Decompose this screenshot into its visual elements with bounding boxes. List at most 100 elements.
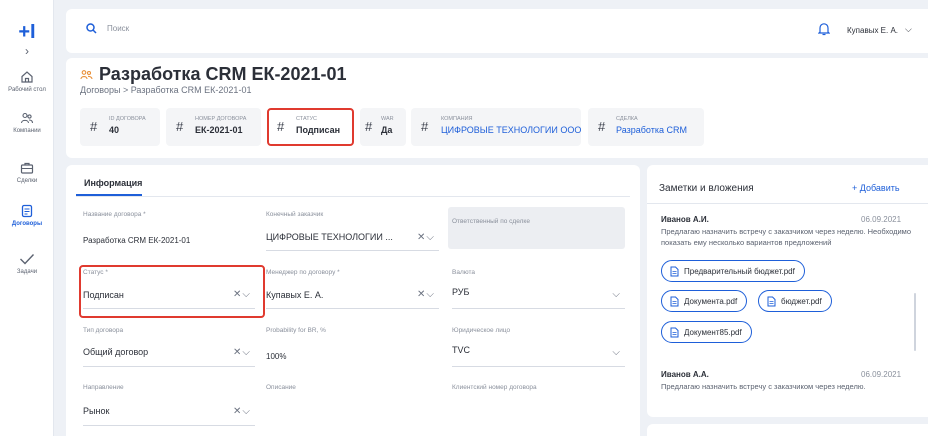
contract-type-select[interactable]: Тип договора Общий договор ✕⌵ [83,327,255,369]
responsible-field: Ответственный по сделке [448,207,625,250]
probability-field[interactable]: Probability for BR, % 100% [266,327,439,369]
sidebar-item-contracts[interactable]: Договоры [0,204,54,227]
search-icon [86,23,97,34]
note-text: Предлагаю назначить встречу с заказчиком… [661,227,912,247]
description-field[interactable]: Описание [266,384,439,428]
client-number-field[interactable]: Клиентский номер договора [452,384,625,428]
attachment-chip[interactable]: бюджет.pdf [758,290,832,312]
document-icon [21,204,33,218]
legal-entity-select[interactable]: Юридическое лицо TVC ⌵ [452,327,625,369]
chip-value: ЕК-2021-01 [195,125,243,135]
direction-select[interactable]: Направление Рынок ✕⌵ [83,384,255,428]
app-logo[interactable]: +I [0,22,54,42]
notes-scrollbar[interactable] [914,293,916,351]
attachment-name: бюджет.pdf [781,296,822,306]
clear-dropdown-icon[interactable]: ✕⌵ [233,347,251,358]
chip-label: ID договора [109,116,146,122]
hash-icon: # [277,119,285,134]
attachment-chip[interactable]: Предварительный бюджет.pdf [661,260,805,282]
tab-information[interactable]: Информация [84,178,142,188]
hash-icon: # [176,119,184,134]
clear-dropdown-icon[interactable]: ✕⌵ [233,406,251,417]
top-bar: Поиск Купавых Е. А. ⌵ [66,9,928,53]
chip-label: WAR [381,116,394,122]
sidebar-item-deals[interactable]: Сделки [0,161,54,184]
dropdown-chevron-icon[interactable]: ⌵ [612,289,621,300]
currency-select[interactable]: Валюта РУБ ⌵ [452,269,625,311]
page-title: Разработка CRM ЕК-2021-01 [80,64,347,85]
sidebar-item-tasks[interactable]: Задачи [0,252,54,275]
clear-dropdown-icon[interactable]: ✕⌵ [417,289,435,300]
field-label: Направление [83,384,124,391]
notes-title: Заметки и вложения [659,183,754,194]
field-underline [266,308,439,309]
field-value: ЦИФРОВЫЕ ТЕХНОЛОГИИ ... [266,232,393,242]
attachment-chip[interactable]: Документ85.pdf [661,321,752,343]
chip-label: Номер договора [195,116,247,122]
field-label: Юридическое лицо [452,327,511,334]
attachment-chip[interactable]: Документа.pdf [661,290,748,312]
checkmark-icon [20,254,35,265]
chip-label: Компания [441,116,473,122]
field-underline [83,366,255,367]
briefcase-icon [20,162,34,174]
user-menu-chevron-down-icon[interactable]: ⌵ [905,24,912,35]
hash-icon: # [421,119,429,134]
notes-divider [647,203,928,204]
sidebar-item-label: Задачи [16,269,38,275]
chip-deal[interactable]: # Сделка Разработка CRM [588,108,704,146]
field-disabled-background [448,207,625,249]
chip-value: 40 [109,125,120,135]
add-note-button[interactable]: + Добавить [852,183,900,193]
user-name[interactable]: Купавых Е. А. [847,26,898,35]
chip-company[interactable]: # Компания ЦИФРОВЫЕ ТЕХНОЛОГИИ ООО [411,108,581,146]
page-title-text: Разработка CRM ЕК-2021-01 [99,64,347,84]
field-label: Название договора * [83,211,146,218]
sidebar-expand-chevron-icon[interactable]: › [0,44,54,58]
note-author: Иванов А.А. [661,370,709,379]
field-underline [452,366,625,367]
breadcrumb[interactable]: Договоры > Разработка CRM ЕК-2021-01 [80,85,251,95]
sidebar-item-label: Договоры [11,221,43,227]
hash-icon: # [90,119,98,134]
field-value: Разработка CRM ЕК-2021-01 [83,236,191,245]
manager-select[interactable]: Менеджер по договору * Купавых Е. А. ✕⌵ [266,269,439,311]
contract-header-card: Разработка CRM ЕК-2021-01 Договоры > Раз… [66,58,928,158]
sidebar-item-desktop[interactable]: Рабочий стол [0,70,54,93]
secondary-card [647,424,928,436]
contract-type-icon [80,69,93,79]
bell-icon[interactable] [817,22,831,41]
deal-link[interactable]: Разработка CRM [616,125,687,135]
note-text: Предлагаю назначить встречу с заказчиком… [661,382,866,391]
field-value: Общий договор [83,347,149,357]
field-underline [83,425,255,426]
end-customer-select[interactable]: Конечный заказчик ЦИФРОВЫЕ ТЕХНОЛОГИИ ..… [266,211,439,251]
search-field[interactable]: Поиск [86,23,129,34]
tab-divider [76,196,630,197]
clear-dropdown-icon[interactable]: ✕⌵ [417,232,435,243]
attachment-name: Документа.pdf [684,296,738,306]
dropdown-chevron-icon[interactable]: ⌵ [612,347,621,358]
chip-id: # ID договора 40 [80,108,160,146]
field-label: Конечный заказчик [266,211,324,218]
file-icon [767,296,776,306]
chip-war: # WAR Да [360,108,406,146]
note-date: 06.09.2021 [861,215,902,224]
sidebar-item-label: Компании [13,128,41,134]
company-link[interactable]: ЦИФРОВЫЕ ТЕХНОЛОГИИ ООО [441,125,581,135]
hash-icon: # [598,119,606,134]
sidebar-item-label: Рабочий стол [8,87,46,93]
contract-name-field[interactable]: Название договора * Разработка CRM ЕК-20… [83,211,255,251]
field-label: Ответственный по сделке [452,218,530,225]
note-date: 06.09.2021 [861,370,902,379]
hash-icon: # [365,119,373,134]
field-label: Probability for BR, % [266,327,326,334]
field-underline [266,250,439,251]
search-placeholder: Поиск [107,24,130,33]
field-label: Менеджер по договору * [266,269,340,276]
field-value: Рынок [83,406,110,416]
sidebar-item-companies[interactable]: Компании [0,111,54,134]
chip-label: Сделка [616,116,638,122]
field-label: Тип договора [83,327,124,334]
sidebar-item-label: Сделки [16,178,38,184]
